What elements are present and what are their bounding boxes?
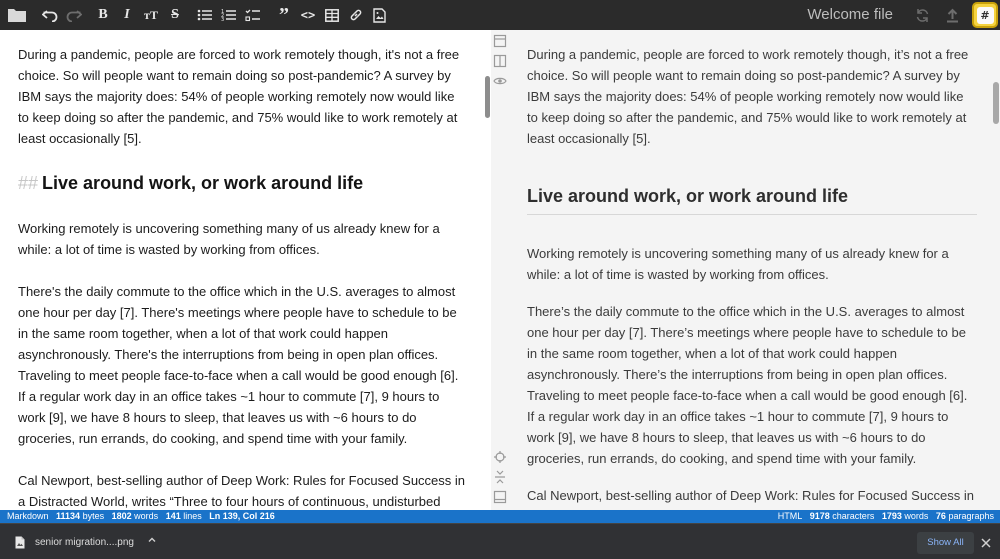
eye-icon[interactable] [493,74,507,88]
preview-stats: HTML 9178 characters 1793 words 76 parag… [778,510,994,523]
bold-button[interactable]: B [91,3,115,27]
lines-count: 141 [165,511,181,521]
editor-toolbar: B I тT S 123 ” <> Welcome file # [0,0,1000,30]
editor-paragraph: Working remotely is uncovering something… [18,221,440,257]
italic-button[interactable]: I [115,3,139,27]
toggle-sidepreview-icon[interactable] [493,54,507,68]
redo-icon[interactable] [62,3,86,27]
download-shelf: senior migration....png Show All [0,523,1000,559]
preview-words-unit: words [904,511,929,521]
preview-heading: Live around work, or work around life [527,184,977,215]
undo-icon[interactable] [38,3,62,27]
scroll-sync-icon[interactable] [493,450,507,464]
heading-button[interactable]: тT [139,3,163,27]
preview-paragraph: During a pandemic, people are forced to … [527,47,969,146]
publish-icon[interactable] [940,3,964,27]
file-icon [15,536,25,548]
characters-count: 9178 [809,511,830,521]
editor-paragraph: Cal Newport, best-selling author of Deep… [18,473,466,509]
editor-heading: ## Live around work, or work around life [18,171,363,195]
preview-paragraph: There’s the daily commute to the office … [527,304,968,466]
editor-paragraph: There's the daily commute to the office … [18,284,459,446]
characters-unit: characters [832,511,875,521]
download-item[interactable]: senior migration....png [8,530,163,554]
focus-mode-icon[interactable] [493,470,507,484]
preview-paragraph: Cal Newport, best-selling author of Deep… [527,488,975,510]
cursor-position: Ln 139, Col 216 [209,511,275,521]
markdown-editor[interactable]: During a pandemic, people are forced to … [0,30,491,510]
workspace-menu-button[interactable]: # [972,2,998,28]
output-label: HTML [777,511,803,521]
folder-icon[interactable] [5,3,29,27]
table-icon[interactable] [320,3,344,27]
paragraphs-count: 76 [935,511,946,521]
layout-gutter [491,30,509,510]
words-count: 1802 [111,511,132,521]
paragraphs-unit: paragraphs [948,511,994,521]
preview-words-count: 1793 [881,511,902,521]
chevron-up-icon[interactable] [146,534,158,546]
image-icon[interactable] [367,3,391,27]
status-bar: Markdown 11134 bytes 1802 words 141 line… [0,510,1000,523]
preview-scrollbar[interactable] [993,82,999,124]
lines-unit: lines [183,511,202,521]
bullet-list-icon[interactable] [193,3,217,27]
preview-pane: During a pandemic, people are forced to … [509,30,1000,510]
toggle-navigation-icon[interactable] [493,34,507,48]
strikethrough-button[interactable]: S [163,3,187,27]
bytes-count: 11134 [56,511,81,521]
mode-label: Markdown [7,511,49,521]
sync-icon[interactable] [910,3,934,27]
toggle-statusbar-icon[interactable] [493,490,507,504]
blockquote-button[interactable]: ” [272,3,296,27]
words-unit: words [134,511,159,521]
close-icon[interactable] [981,538,991,548]
editor-stats: Markdown 11134 bytes 1802 words 141 line… [7,510,275,523]
show-all-button[interactable]: Show All [917,532,974,554]
numbered-list-icon[interactable]: 123 [217,3,241,27]
code-button[interactable]: <> [296,3,320,27]
bytes-unit: bytes [82,511,105,521]
link-icon[interactable] [344,3,368,27]
heading-marker: ## [18,173,39,193]
editor-scrollbar[interactable] [485,76,490,118]
task-list-icon[interactable] [241,3,265,27]
download-file-name: senior migration....png [35,536,134,548]
preview-paragraph: Working remotely is uncovering something… [527,246,949,282]
svg-text:3: 3 [221,17,224,22]
editor-heading-text: Live around work, or work around life [42,173,364,193]
hash-icon: # [976,6,994,24]
document-title[interactable]: Welcome file [807,6,893,24]
editor-paragraph: During a pandemic, people are forced to … [18,47,460,146]
